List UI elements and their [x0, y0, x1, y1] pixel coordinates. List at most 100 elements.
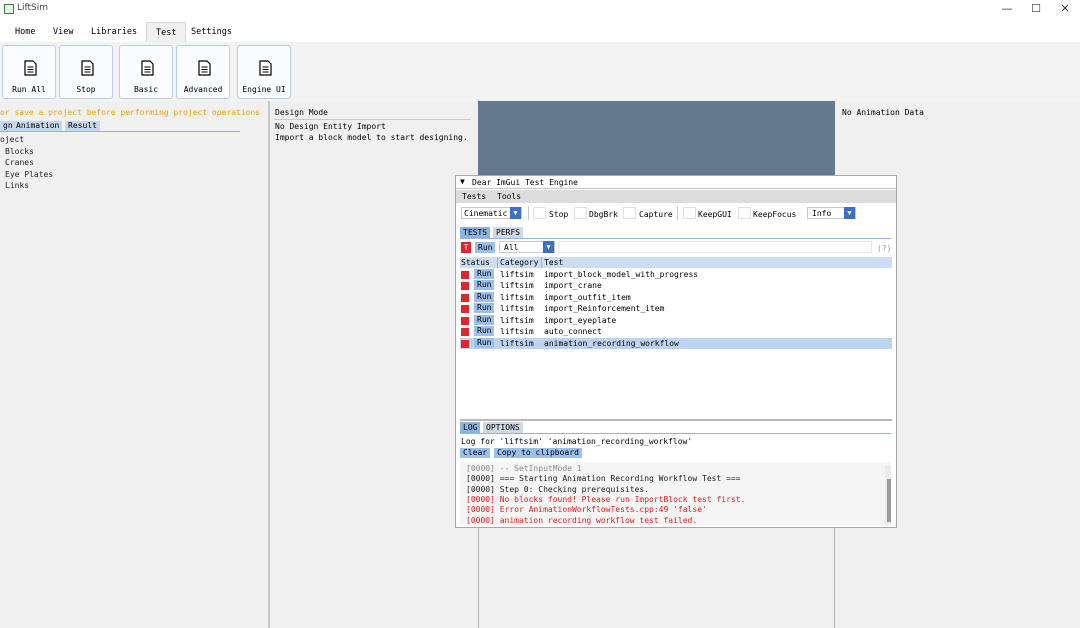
capture-checkbox-label: Capture [639, 210, 673, 219]
row-test-name: import_outfit_item [544, 293, 631, 302]
table-row-selected[interactable]: Run liftsim animation_recording_workflow [460, 338, 892, 349]
help-marker[interactable]: (?) [877, 244, 891, 253]
row-test-name: import_crane [544, 281, 602, 290]
table-row[interactable]: Run liftsim import_block_model_with_prog… [460, 269, 892, 280]
chevron-down-icon: ▼ [844, 207, 855, 219]
column-test[interactable]: Test [544, 258, 563, 267]
menu-tools[interactable]: Tools [497, 192, 521, 201]
dbgbrk-checkbox[interactable] [574, 207, 587, 219]
copy-to-clipboard-button[interactable]: Copy to clipboard [494, 448, 582, 458]
app-icon [4, 4, 14, 14]
row-run-button[interactable]: Run [474, 326, 495, 336]
run-filtered-button[interactable]: Run [475, 242, 496, 253]
log-output[interactable]: [0000] -- SetInputMode 1 [0000] === Start… [460, 462, 891, 525]
menu-tests[interactable]: Tests [462, 192, 486, 201]
log-splitter[interactable] [460, 419, 892, 421]
viewport-render[interactable] [478, 101, 835, 175]
test-engine-window[interactable]: ▼ Dear ImGui Test Engine Tests Tools Cin… [455, 175, 897, 528]
splitter[interactable] [268, 101, 270, 628]
tab-underline [0, 131, 240, 132]
log-line: [0000] Step 0: Checking prerequisites. [466, 484, 650, 494]
tab-perfs[interactable]: PERFS [493, 227, 524, 238]
column-category[interactable]: Category [500, 258, 539, 267]
column-status[interactable]: Status [461, 258, 490, 267]
tree-item-project[interactable]: oject [0, 135, 24, 144]
row-run-button[interactable]: Run [474, 303, 495, 313]
test-status-filter[interactable]: T [461, 242, 471, 253]
run-speed-combo[interactable]: Cinematic ▼ [461, 207, 522, 219]
row-run-button[interactable]: Run [474, 280, 495, 290]
row-category: liftsim [500, 304, 534, 313]
log-scrollbar-thumb[interactable] [887, 479, 891, 522]
stop-button[interactable]: Stop [59, 45, 113, 99]
basic-label: Basic [133, 85, 159, 94]
document-icon [259, 60, 272, 76]
tab-home[interactable]: Home [6, 22, 44, 43]
stop-label: Stop [76, 85, 96, 94]
tab-log[interactable]: LOG [460, 422, 481, 433]
filter-value: All [504, 243, 519, 252]
design-hint: Import a block model to start designing. [275, 133, 468, 142]
basic-button[interactable]: Basic [119, 45, 173, 99]
document-icon [24, 60, 37, 76]
keepgui-checkbox[interactable] [683, 207, 696, 219]
tree-item-blocks[interactable]: Blocks [5, 147, 34, 156]
row-category: liftsim [500, 327, 534, 336]
table-row[interactable]: Run liftsim import_Reinforcement_item [460, 303, 892, 314]
tab-animation[interactable]: Animation [13, 121, 63, 131]
tab-test[interactable]: Test [146, 22, 187, 43]
tree-item-cranes[interactable]: Cranes [5, 158, 34, 167]
column-divider [541, 257, 542, 268]
table-row[interactable]: Run liftsim import_outfit_item [460, 292, 892, 303]
tree-item-eye-plates[interactable]: Eye Plates [5, 170, 53, 179]
log-line: [0000] Error AnimationWorkflowTests.cpp:… [466, 505, 707, 515]
animation-status: No Animation Data [842, 108, 924, 117]
document-icon [81, 60, 94, 76]
filter-input[interactable] [558, 241, 872, 253]
capture-checkbox[interactable] [623, 207, 636, 219]
collapse-arrow-icon[interactable]: ▼ [460, 177, 465, 186]
log-line: [0000] animation recording workflow test… [466, 515, 698, 525]
verbosity-combo[interactable]: Info ▼ [807, 207, 856, 219]
row-run-button[interactable]: Run [474, 292, 495, 302]
engine-ui-label: Engine UI [242, 85, 286, 94]
run-all-button[interactable]: Run All [2, 45, 56, 99]
tree-item-links[interactable]: Links [5, 181, 29, 190]
table-row[interactable]: Run liftsim import_crane [460, 280, 892, 291]
tab-tests[interactable]: TESTS [460, 227, 491, 238]
row-run-button[interactable]: Run [474, 315, 495, 325]
log-line: [0000] No blocks found! Please run Impor… [466, 494, 746, 504]
row-category: liftsim [500, 281, 534, 290]
filter-combo[interactable]: All ▼ [499, 241, 555, 253]
window-title: LiftSim [17, 3, 49, 13]
column-divider [497, 257, 498, 268]
fail-status-icon [461, 271, 469, 279]
tab-result[interactable]: Result [65, 121, 100, 131]
stop-checkbox[interactable] [533, 207, 546, 219]
fail-status-icon [461, 294, 469, 302]
row-test-name: import_Reinforcement_item [544, 304, 665, 313]
engine-ui-button[interactable]: Engine UI [237, 45, 291, 99]
tab-settings[interactable]: Settings [182, 22, 241, 43]
row-run-button[interactable]: Run [474, 269, 495, 279]
dbgbrk-checkbox-label: DbgBrk [589, 210, 618, 219]
test-engine-menubar: Tests Tools [456, 190, 896, 203]
table-row[interactable]: Run liftsim auto_connect [460, 326, 892, 337]
run-all-label: Run All [12, 85, 46, 94]
fail-status-icon [461, 282, 469, 290]
keepfocus-checkbox[interactable] [738, 207, 751, 219]
advanced-button[interactable]: Advanced [176, 45, 230, 99]
tab-libraries[interactable]: Libraries [82, 22, 146, 43]
table-row[interactable]: Run liftsim import_eyeplate [460, 315, 892, 326]
tab-view[interactable]: View [44, 22, 82, 43]
tab-underline [460, 433, 891, 434]
tab-options[interactable]: OPTIONS [483, 422, 523, 433]
clear-log-button[interactable]: Clear [460, 448, 491, 458]
test-engine-titlebar[interactable]: ▼ Dear ImGui Test Engine [456, 176, 896, 189]
log-header: Log for 'liftsim' 'animation_recording_w… [461, 437, 693, 446]
advanced-label: Advanced [183, 85, 223, 94]
divider [274, 119, 471, 120]
close-button[interactable]: ✕ [1048, 0, 1080, 20]
chevron-down-icon: ▼ [510, 207, 521, 219]
row-run-button[interactable]: Run [474, 338, 495, 348]
